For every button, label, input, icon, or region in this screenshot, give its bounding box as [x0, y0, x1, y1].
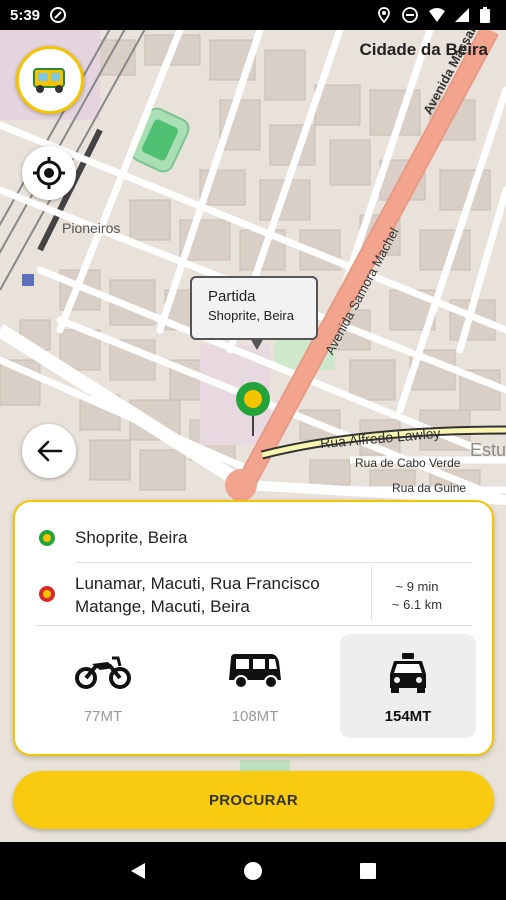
option-tuk-tuk[interactable]: 108MT [187, 634, 323, 738]
trip-card: Shoprite, Beira Lunamar, Macuti, Rua Fra… [13, 500, 494, 756]
app-logo-button[interactable] [16, 46, 84, 114]
crosshair-icon [33, 157, 65, 189]
nav-home-icon[interactable] [243, 861, 263, 881]
destination-marker-icon [39, 586, 55, 602]
place-label-pioneiros: Pioneiros [62, 220, 121, 236]
arrow-left-icon [37, 440, 63, 462]
tooltip-title: Partida [208, 288, 256, 305]
road-label-guine: Rua da Guine [392, 481, 467, 495]
trip-distance: ~ 6.1 km [391, 597, 443, 612]
option-price: 154MT [384, 708, 432, 725]
origin-address[interactable]: Shoprite, Beira [75, 528, 187, 548]
nav-recents-icon[interactable] [358, 861, 378, 881]
battery-icon [480, 7, 496, 23]
road-label-cabo-verde: Rua de Cabo Verde [355, 456, 461, 470]
notification-icon [50, 7, 67, 23]
pickup-pin-icon[interactable] [234, 380, 272, 443]
tooltip-subtitle: Shoprite, Beira [208, 308, 294, 323]
tuk-tuk-icon [229, 654, 281, 689]
option-price: 108MT [231, 708, 279, 725]
back-button[interactable] [22, 424, 76, 478]
trip-duration: ~ 9 min [395, 579, 439, 594]
my-location-button[interactable] [22, 146, 76, 200]
wifi-icon [428, 7, 445, 23]
status-bar: 5:39 [0, 0, 506, 30]
tuk-tuk-logo-icon [33, 68, 65, 93]
search-button[interactable]: PROCURAR [13, 771, 494, 829]
origin-marker-icon [39, 530, 55, 546]
signal-icon [454, 7, 470, 23]
option-taxi[interactable]: 154MT [340, 634, 476, 738]
pickup-tooltip: Partida Shoprite, Beira [190, 276, 318, 350]
location-icon [376, 7, 392, 24]
divider [75, 562, 472, 563]
status-time: 5:39 [10, 6, 41, 24]
trip-eta: ~ 9 min ~ 6.1 km [377, 578, 457, 614]
eta-divider [371, 566, 372, 620]
option-motorcycle[interactable]: 77MT [35, 634, 171, 738]
option-price: 77MT [83, 708, 123, 725]
do-not-disturb-icon [402, 7, 418, 23]
navigation-bar [0, 842, 506, 900]
nav-back-icon[interactable] [128, 861, 148, 881]
destination-address[interactable]: Lunamar, Macuti, Rua Francisco Matange, … [75, 572, 365, 618]
divider [35, 625, 472, 626]
taxi-icon [390, 653, 426, 693]
place-label-estu: Estu [470, 440, 506, 460]
motorcycle-icon [75, 656, 131, 689]
